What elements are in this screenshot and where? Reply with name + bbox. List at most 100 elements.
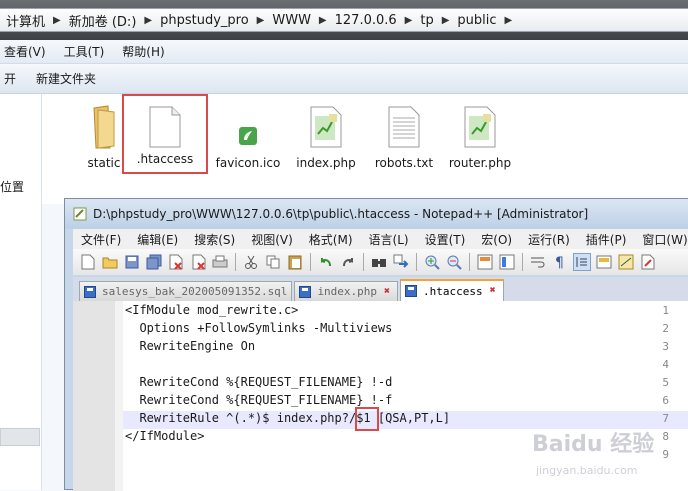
breadcrumb-computer[interactable]: 计算机 xyxy=(0,11,51,30)
code-line: Options +FollowSymlinks -Multiviews xyxy=(125,321,393,335)
find-icon[interactable] xyxy=(370,253,388,271)
menu-macro[interactable]: 宏(O) xyxy=(473,231,520,248)
toolbar-separator xyxy=(469,253,470,271)
menu-window[interactable]: 窗口(W) xyxy=(634,231,688,248)
print-icon[interactable] xyxy=(211,253,229,271)
breadcrumb-public[interactable]: public xyxy=(451,13,502,28)
word-wrap-icon[interactable] xyxy=(529,253,547,271)
watermark-brand: Baidu 经验 xyxy=(532,432,655,457)
file-item-index-php[interactable]: index.php xyxy=(286,98,366,178)
nav-item-location[interactable]: 位置 xyxy=(0,178,24,195)
file-name: favicon.ico xyxy=(215,156,281,170)
address-bar[interactable]: 计算机 ▶ 新加卷 (D:) ▶ phpstudy_pro ▶ WWW ▶ 127.0.… xyxy=(0,8,688,32)
notepad-titlebar[interactable]: D:\phpstudy_pro\WWW\127.0.0.6\tp\public\… xyxy=(65,199,688,229)
function-list-icon[interactable] xyxy=(639,253,657,271)
file-item-router-php[interactable]: router.php xyxy=(440,98,520,178)
menu-view[interactable]: 视图(V) xyxy=(243,231,301,248)
sync-horizontal-icon[interactable] xyxy=(498,253,516,271)
file-name: .htaccess xyxy=(136,152,194,166)
blank-file-icon xyxy=(149,106,181,148)
replace-icon[interactable] xyxy=(392,253,410,271)
file-name: router.php xyxy=(448,156,512,170)
highlight-box xyxy=(355,407,379,431)
breadcrumb-tp[interactable]: tp xyxy=(414,13,439,28)
menu-settings[interactable]: 设置(T) xyxy=(417,231,474,248)
watermark-url: jingyan.baidu.com xyxy=(536,464,638,477)
notepad-app-icon xyxy=(73,207,87,221)
tab-salesys-sql[interactable]: salesys_bak_202005091352.sql xyxy=(79,281,293,301)
user-language-icon[interactable] xyxy=(595,253,613,271)
tab-label: salesys_bak_202005091352.sql xyxy=(102,285,288,298)
menu-help[interactable]: 帮助(H) xyxy=(118,43,178,60)
notepad-menubar: 文件(F) 编辑(E) 搜索(S) 视图(V) 格式(M) 语言(L) 设置(T… xyxy=(73,229,688,249)
open-button[interactable]: 开 xyxy=(0,70,32,87)
menu-search[interactable]: 搜索(S) xyxy=(186,231,243,248)
open-file-icon[interactable] xyxy=(101,253,119,271)
code-line: RewriteCond %{REQUEST_FILENAME} !-d xyxy=(125,375,393,389)
breadcrumb-drive[interactable]: 新加卷 (D:) xyxy=(63,11,143,30)
zoom-out-icon[interactable] xyxy=(445,253,463,271)
indent-guide-icon[interactable] xyxy=(573,253,591,271)
favicon-icon xyxy=(239,127,257,145)
nav-selected-item[interactable] xyxy=(0,428,40,446)
menu-edit[interactable]: 编辑(E) xyxy=(129,231,186,248)
breadcrumb-separator-icon[interactable]: ▶ xyxy=(317,15,329,26)
menu-view[interactable]: 查看(V) xyxy=(0,43,60,60)
breadcrumb-www[interactable]: WWW xyxy=(266,13,317,28)
file-item-robots-txt[interactable]: robots.txt xyxy=(364,98,444,178)
close-all-icon[interactable] xyxy=(189,253,207,271)
menu-plugins[interactable]: 插件(P) xyxy=(578,231,635,248)
cut-icon[interactable] xyxy=(242,253,260,271)
redo-icon[interactable] xyxy=(339,253,357,271)
breadcrumb-host[interactable]: 127.0.0.6 xyxy=(329,13,403,28)
breadcrumb-separator-icon[interactable]: ▶ xyxy=(51,15,63,26)
notepad-tabbar: salesys_bak_202005091352.sql index.php ✖… xyxy=(73,277,688,301)
menu-tools[interactable]: 工具(T) xyxy=(60,43,119,60)
file-item-htaccess[interactable]: .htaccess xyxy=(122,94,208,174)
menu-file[interactable]: 文件(F) xyxy=(73,231,129,248)
save-all-icon[interactable] xyxy=(145,253,163,271)
explorer-menubar: 查看(V) 工具(T) 帮助(H) xyxy=(0,40,688,64)
sync-vertical-icon[interactable] xyxy=(476,253,494,271)
close-tab-icon[interactable]: ✖ xyxy=(381,286,393,298)
menu-format[interactable]: 格式(M) xyxy=(301,231,361,248)
toolbar-separator xyxy=(235,253,236,271)
toolbar-separator xyxy=(310,253,311,271)
close-file-icon[interactable] xyxy=(167,253,185,271)
navigation-pane: 位置 xyxy=(0,94,42,490)
file-name: index.php xyxy=(296,156,356,170)
tab-label: .htaccess xyxy=(423,284,483,298)
explorer-titlebar: 计算机 ▶ 新加卷 (D:) ▶ phpstudy_pro ▶ WWW ▶ 127.0.… xyxy=(0,0,688,40)
code-line: RewriteEngine On xyxy=(125,339,256,353)
undo-icon[interactable] xyxy=(317,253,335,271)
save-icon[interactable] xyxy=(123,253,141,271)
copy-icon[interactable] xyxy=(264,253,282,271)
fold-margin xyxy=(115,301,123,491)
breadcrumb-separator-icon[interactable]: ▶ xyxy=(142,15,154,26)
menu-run[interactable]: 运行(R) xyxy=(520,231,578,248)
breadcrumb-phpstudy[interactable]: phpstudy_pro xyxy=(154,13,255,28)
new-file-icon[interactable] xyxy=(79,253,97,271)
breadcrumb-separator-icon[interactable]: ▶ xyxy=(503,15,515,26)
show-all-chars-icon[interactable]: ¶ xyxy=(551,253,569,271)
window-title: D:\phpstudy_pro\WWW\127.0.0.6\tp\public\… xyxy=(93,207,589,221)
breadcrumb-separator-icon[interactable]: ▶ xyxy=(255,15,267,26)
tab-htaccess[interactable]: .htaccess ✖ xyxy=(400,279,504,301)
paste-icon[interactable] xyxy=(286,253,304,271)
breadcrumb-separator-icon[interactable]: ▶ xyxy=(403,15,415,26)
saved-disk-icon xyxy=(299,285,312,298)
new-folder-button[interactable]: 新建文件夹 xyxy=(32,70,112,87)
menu-language[interactable]: 语言(L) xyxy=(361,231,417,248)
file-item-favicon[interactable]: favicon.ico xyxy=(208,98,288,178)
saved-disk-icon xyxy=(84,285,96,298)
line-number: 3 xyxy=(662,340,669,353)
close-tab-icon[interactable]: ✖ xyxy=(487,285,499,297)
zoom-in-icon[interactable] xyxy=(423,253,441,271)
code-line: </IfModule> xyxy=(125,429,205,443)
text-file-icon xyxy=(388,106,420,148)
tab-index-php[interactable]: index.php ✖ xyxy=(294,281,399,301)
breadcrumb-separator-icon[interactable]: ▶ xyxy=(440,15,452,26)
doc-map-icon[interactable] xyxy=(617,253,635,271)
explorer-command-bar: 开 新建文件夹 xyxy=(0,64,688,94)
line-number: 6 xyxy=(662,394,669,407)
